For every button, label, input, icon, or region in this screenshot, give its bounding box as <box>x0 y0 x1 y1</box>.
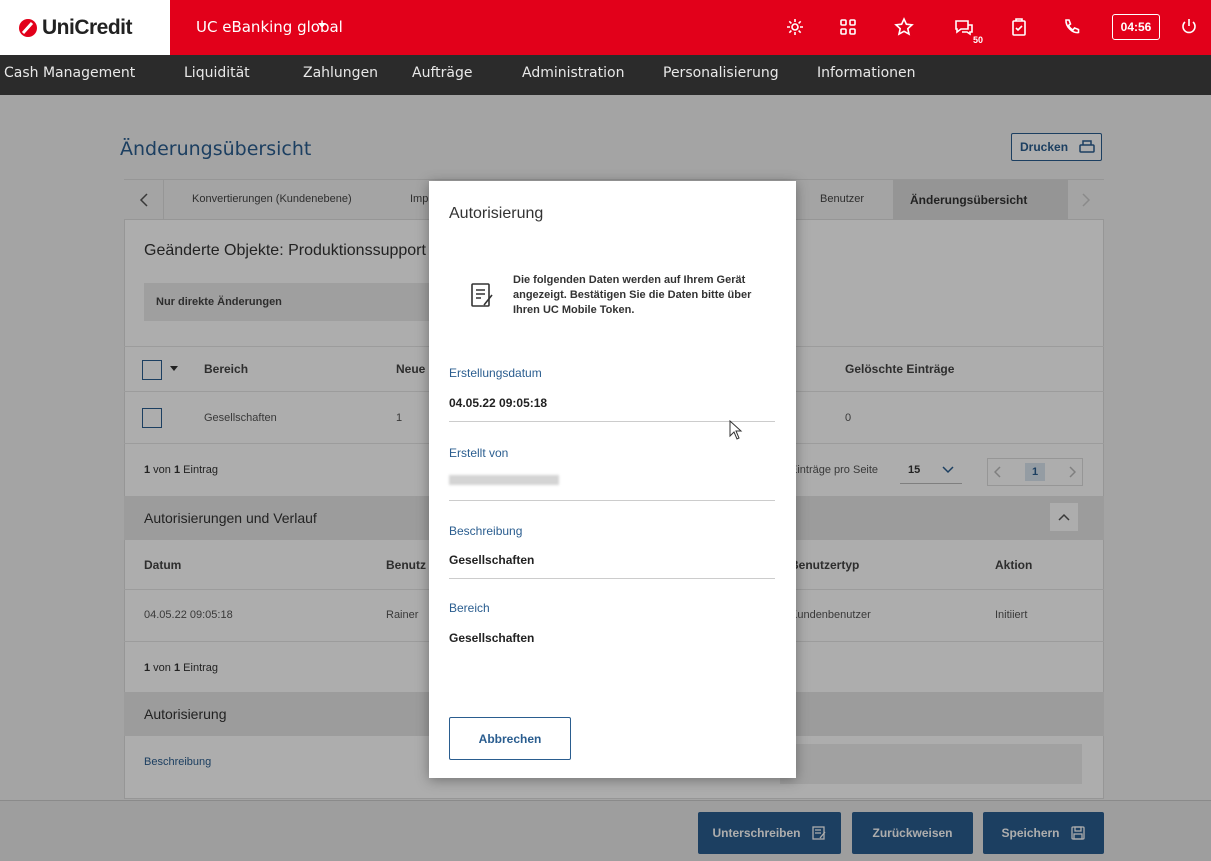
unicredit-logo-icon <box>18 18 38 38</box>
field-label-erstellungsdatum: Erstellungsdatum <box>449 366 542 380</box>
mobile-token-document-icon <box>469 281 497 316</box>
field-value-bereich: Gesellschaften <box>449 631 535 645</box>
main-nav: Cash Management Liquidität Zahlungen Auf… <box>0 55 1211 95</box>
nav-auftraege[interactable]: Aufträge <box>412 65 472 81</box>
redacted-user-name <box>449 475 559 485</box>
mouse-cursor-icon <box>729 420 743 440</box>
settings-gear-icon[interactable] <box>782 14 808 40</box>
logo[interactable]: UniCredit <box>0 0 170 55</box>
divider <box>449 500 775 501</box>
cancel-button[interactable]: Abbrechen <box>449 717 571 760</box>
tasks-clipboard-icon[interactable] <box>1006 14 1032 40</box>
nav-informationen[interactable]: Informationen <box>817 65 916 81</box>
field-label-beschreibung: Beschreibung <box>449 524 523 538</box>
nav-personalisierung[interactable]: Personalisierung <box>663 65 779 81</box>
field-label-erstellt-von: Erstellt von <box>449 446 509 460</box>
divider <box>449 421 775 422</box>
divider <box>449 578 775 579</box>
logout-power-icon[interactable] <box>1176 14 1202 40</box>
phone-icon[interactable] <box>1059 14 1085 40</box>
favorites-star-icon[interactable] <box>891 14 917 40</box>
dialog-info-text: Die folgenden Daten werden auf Ihrem Ger… <box>513 274 752 316</box>
apps-grid-icon[interactable] <box>835 14 861 40</box>
field-value-beschreibung: Gesellschaften <box>449 553 535 567</box>
authorization-dialog: Autorisierung Die folgenden Daten werden… <box>429 181 796 778</box>
notification-badge: 50 <box>973 35 984 45</box>
field-label-bereich: Bereich <box>449 601 490 615</box>
session-timer: 04:56 <box>1112 14 1160 40</box>
nav-zahlungen[interactable]: Zahlungen <box>303 65 378 81</box>
dialog-title: Autorisierung <box>449 205 544 222</box>
nav-administration[interactable]: Administration <box>522 65 624 81</box>
caret-down-icon[interactable] <box>318 23 326 28</box>
nav-liquiditaet[interactable]: Liquidität <box>184 65 250 81</box>
nav-cash-management[interactable]: Cash Management <box>4 65 135 81</box>
field-value-erstellungsdatum: 04.05.22 09:05:18 <box>449 396 548 410</box>
top-bar: UniCredit UC eBanking global 50 04:56 <box>0 0 1211 55</box>
logo-text: UniCredit <box>42 15 133 39</box>
